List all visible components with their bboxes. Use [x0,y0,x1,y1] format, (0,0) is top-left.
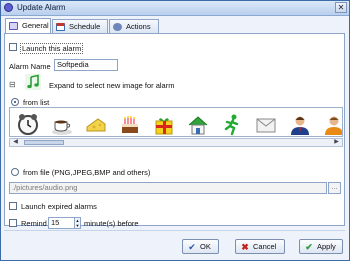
gift-icon[interactable] [150,111,178,136]
ok-check-icon: ✔ [188,242,196,252]
from-file-radio[interactable] [11,168,19,176]
remind-spinner[interactable]: ▲ ▼ [74,217,81,229]
music-note-icon [24,73,42,91]
general-tab-icon [9,22,18,30]
remind-checkbox[interactable] [9,219,17,227]
person-orange-icon[interactable] [320,111,342,136]
cancel-label: Cancel [253,242,277,251]
remind-minutes-input[interactable]: 15 [48,217,75,229]
apply-button[interactable]: ✔ Apply [299,239,343,254]
remind-suffix-label: minute(s) before [84,219,139,228]
house-icon[interactable] [184,111,212,136]
app-icon [4,3,13,12]
launch-alarm-checkbox[interactable] [9,43,17,51]
alarm-name-input[interactable]: Softpedia [54,59,118,71]
close-button[interactable]: ✕ [335,2,347,13]
tab-actions-label: Actions [126,22,151,31]
file-path-input[interactable]: ./pictures/audio.png [9,182,327,194]
clock-icon[interactable] [14,111,42,136]
remind-label: Remind [21,219,47,228]
browse-button[interactable]: ... [328,182,341,194]
cheese-icon[interactable] [82,111,110,136]
apply-check-icon: ✔ [305,242,313,252]
tab-actions[interactable]: Actions [109,19,159,33]
from-list-radio[interactable] [11,98,19,106]
cancel-button[interactable]: ✖ Cancel [235,239,285,254]
calendar-icon [56,23,65,31]
tab-general-label: General [22,21,49,30]
apply-label: Apply [317,242,336,251]
spin-down-icon[interactable]: ▼ [75,223,80,228]
running-man-icon[interactable] [218,111,246,136]
from-file-label: from file (PNG,JPEG,BMP and others) [23,168,151,177]
collapse-toggle-icon[interactable]: ⊟ [9,80,16,89]
launch-expired-checkbox[interactable] [9,202,17,210]
window-title: Update Alarm [17,3,66,12]
tab-general[interactable]: General [5,18,51,33]
ok-button[interactable]: ✔ OK [182,239,219,254]
scroll-right-icon[interactable]: ▶ [332,139,341,146]
title-bar[interactable]: Update Alarm ✕ [1,1,349,16]
update-alarm-window: Update Alarm ✕ General Schedule Actions … [0,0,350,261]
envelope-icon[interactable] [252,111,280,136]
scrollbar-thumb[interactable] [24,140,64,145]
launch-expired-label: Launch expired alarms [21,202,97,211]
person-icon[interactable] [286,111,314,136]
tab-schedule-label: Schedule [69,22,101,31]
launch-alarm-label: Launch this alarm [20,43,84,54]
expand-image-label: Expand to select new image for alarm [49,81,175,90]
divider [4,230,345,231]
image-gallery[interactable] [9,107,343,137]
coffee-cup-icon[interactable] [48,111,76,136]
cancel-x-icon: ✖ [241,242,249,252]
ok-label: OK [200,242,211,251]
alarm-name-label: Alarm Name [9,62,51,71]
birthday-cake-icon[interactable] [116,111,144,136]
scroll-left-icon[interactable]: ◀ [11,139,20,146]
actions-gear-icon [113,23,122,31]
tab-schedule[interactable]: Schedule [52,19,108,33]
gallery-scrollbar[interactable]: ◀ ▶ [9,138,343,147]
from-list-label: from list [23,98,50,107]
